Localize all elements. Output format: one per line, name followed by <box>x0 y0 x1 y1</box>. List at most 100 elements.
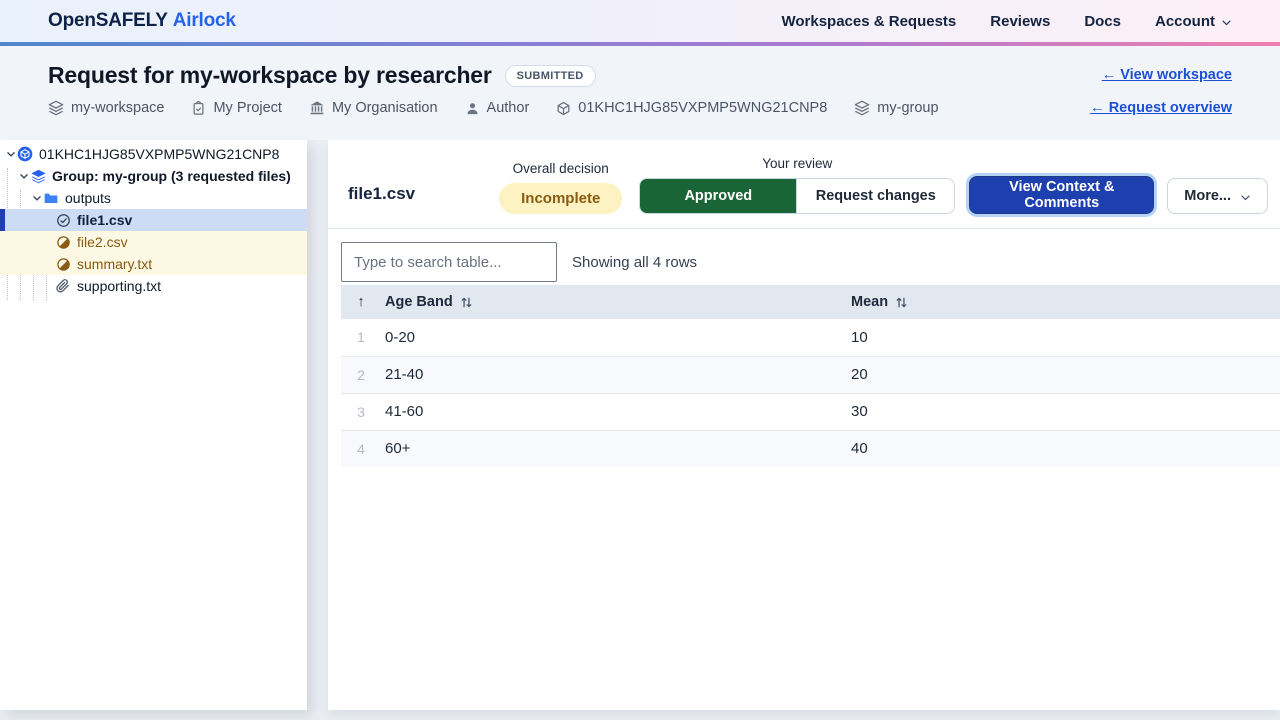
user-icon <box>465 101 480 116</box>
row-number: 2 <box>341 356 381 393</box>
meta-workspace: my-workspace <box>48 100 164 116</box>
your-review-group: Your review Approved Request changes <box>639 156 955 214</box>
request-changes-button[interactable]: Request changes <box>796 179 954 213</box>
cell-mean: 10 <box>847 319 1280 356</box>
tree-file-label: file1.csv <box>77 212 132 228</box>
file-review-toolbar: file1.csv Overall decision Incomplete Yo… <box>328 140 1280 229</box>
tree-file-label: supporting.txt <box>77 278 161 294</box>
table-header-row: ↑ Age Band Mean <box>341 285 1280 319</box>
meta-request-id-label: 01KHC1HJG85VXPMP5WNG21CNP8 <box>578 100 827 116</box>
status-badge: SUBMITTED <box>505 65 596 87</box>
request-meta: my-workspace My Project My Organisation … <box>48 100 939 116</box>
meta-project-label: My Project <box>213 100 282 116</box>
nav-reviews[interactable]: Reviews <box>990 13 1050 30</box>
nav-workspaces-requests[interactable]: Workspaces & Requests <box>781 13 956 30</box>
request-overview-link[interactable]: ← Request overview <box>1090 100 1232 116</box>
tree-file-label: summary.txt <box>77 256 152 272</box>
layers-icon <box>30 168 46 184</box>
account-label: Account <box>1155 13 1215 30</box>
meta-author-label: Author <box>487 100 530 116</box>
tree-file-file1[interactable]: file1.csv <box>0 209 307 231</box>
data-table: ↑ Age Band Mean <box>341 285 1280 467</box>
pending-review-icon <box>55 256 71 272</box>
more-actions-button[interactable]: More... <box>1167 178 1268 214</box>
meta-organisation-label: My Organisation <box>332 100 438 116</box>
table-search-input[interactable] <box>341 242 557 282</box>
row-index-sort-header[interactable]: ↑ <box>341 285 381 319</box>
page-title: Request for my-workspace by researcher <box>48 62 492 89</box>
column-label: Mean <box>851 294 888 310</box>
table-row: 3 41-60 30 <box>341 393 1280 430</box>
chevron-down-icon <box>4 149 17 159</box>
chevron-down-icon <box>30 193 43 203</box>
tree-folder-label: outputs <box>65 190 111 206</box>
tree-group-label: Group: my-group (3 requested files) <box>52 168 291 184</box>
meta-group-label: my-group <box>877 100 938 116</box>
nav-links: Workspaces & Requests Reviews Docs Accou… <box>781 13 1232 30</box>
decision-incomplete-badge: Incomplete <box>499 183 622 214</box>
layers-icon <box>48 100 64 116</box>
row-number: 3 <box>341 393 381 430</box>
cell-age-band: 41-60 <box>381 393 847 430</box>
cube-icon <box>556 101 571 116</box>
check-circle-icon <box>55 212 71 228</box>
view-workspace-link[interactable]: ← View workspace <box>1102 67 1232 83</box>
table-toolbar: Showing all 4 rows <box>328 229 1280 282</box>
folder-icon <box>43 190 59 206</box>
tree-node-outputs-folder[interactable]: outputs <box>0 187 307 209</box>
table-row: 4 60+ 40 <box>341 430 1280 467</box>
cell-mean: 20 <box>847 356 1280 393</box>
tree-node-group[interactable]: Group: my-group (3 requested files) <box>0 165 307 187</box>
sort-arrows-icon <box>895 296 908 309</box>
cell-age-band: 0-20 <box>381 319 847 356</box>
column-header-mean[interactable]: Mean <box>847 285 1280 319</box>
bank-icon <box>309 100 325 116</box>
row-number: 1 <box>341 319 381 356</box>
chevron-down-icon <box>1221 15 1232 28</box>
tree-file-supporting[interactable]: supporting.txt <box>0 275 307 297</box>
row-number: 4 <box>341 430 381 467</box>
logo-airlock: Airlock <box>173 10 236 31</box>
file-view-panel: file1.csv Overall decision Incomplete Yo… <box>328 140 1280 710</box>
pending-review-icon <box>55 234 71 250</box>
approve-button[interactable]: Approved <box>640 179 796 213</box>
cell-age-band: 60+ <box>381 430 847 467</box>
review-button-group: Approved Request changes <box>639 178 955 214</box>
column-label: Age Band <box>385 294 453 310</box>
account-menu-button[interactable]: Account <box>1155 13 1232 30</box>
meta-request-id: 01KHC1HJG85VXPMP5WNG21CNP8 <box>556 100 827 116</box>
view-context-comments-button[interactable]: View Context & Comments <box>969 176 1154 214</box>
app-navbar: OpenSAFELYAirlock Workspaces & Requests … <box>0 0 1280 46</box>
tree-file-label: file2.csv <box>77 234 128 250</box>
overall-decision-label: Overall decision <box>513 161 609 176</box>
overall-decision-group: Overall decision Incomplete <box>499 161 622 214</box>
tree-node-request-id[interactable]: 01KHC1HJG85VXPMP5WNG21CNP8 <box>0 143 307 165</box>
meta-workspace-label: my-workspace <box>71 100 164 116</box>
cell-age-band: 21-40 <box>381 356 847 393</box>
chevron-down-icon <box>1240 190 1251 203</box>
table-row: 1 0-20 10 <box>341 319 1280 356</box>
file-tree-sidebar: 01KHC1HJG85VXPMP5WNG21CNP8 Group: my-gro… <box>0 140 307 710</box>
clipboard-icon <box>191 101 206 116</box>
cell-mean: 40 <box>847 430 1280 467</box>
tree-file-summary[interactable]: summary.txt <box>0 253 307 275</box>
cube-icon <box>17 146 33 162</box>
app-logo[interactable]: OpenSAFELYAirlock <box>48 10 236 32</box>
meta-project: My Project <box>191 100 282 116</box>
layers-icon <box>854 100 870 116</box>
column-header-age-band[interactable]: Age Band <box>381 285 847 319</box>
sort-arrows-icon <box>460 296 473 309</box>
meta-group: my-group <box>854 100 938 116</box>
request-header: Request for my-workspace by researcher S… <box>0 46 1280 140</box>
nav-docs[interactable]: Docs <box>1084 13 1121 30</box>
table-row: 2 21-40 20 <box>341 356 1280 393</box>
paperclip-icon <box>55 278 71 294</box>
rows-status: Showing all 4 rows <box>572 254 697 271</box>
file-tree: 01KHC1HJG85VXPMP5WNG21CNP8 Group: my-gro… <box>0 143 307 297</box>
meta-author: Author <box>465 100 530 116</box>
tree-file-file2[interactable]: file2.csv <box>0 231 307 253</box>
tree-root-label: 01KHC1HJG85VXPMP5WNG21CNP8 <box>39 146 279 162</box>
cell-mean: 30 <box>847 393 1280 430</box>
file-title: file1.csv <box>348 184 415 204</box>
more-label: More... <box>1184 188 1231 204</box>
